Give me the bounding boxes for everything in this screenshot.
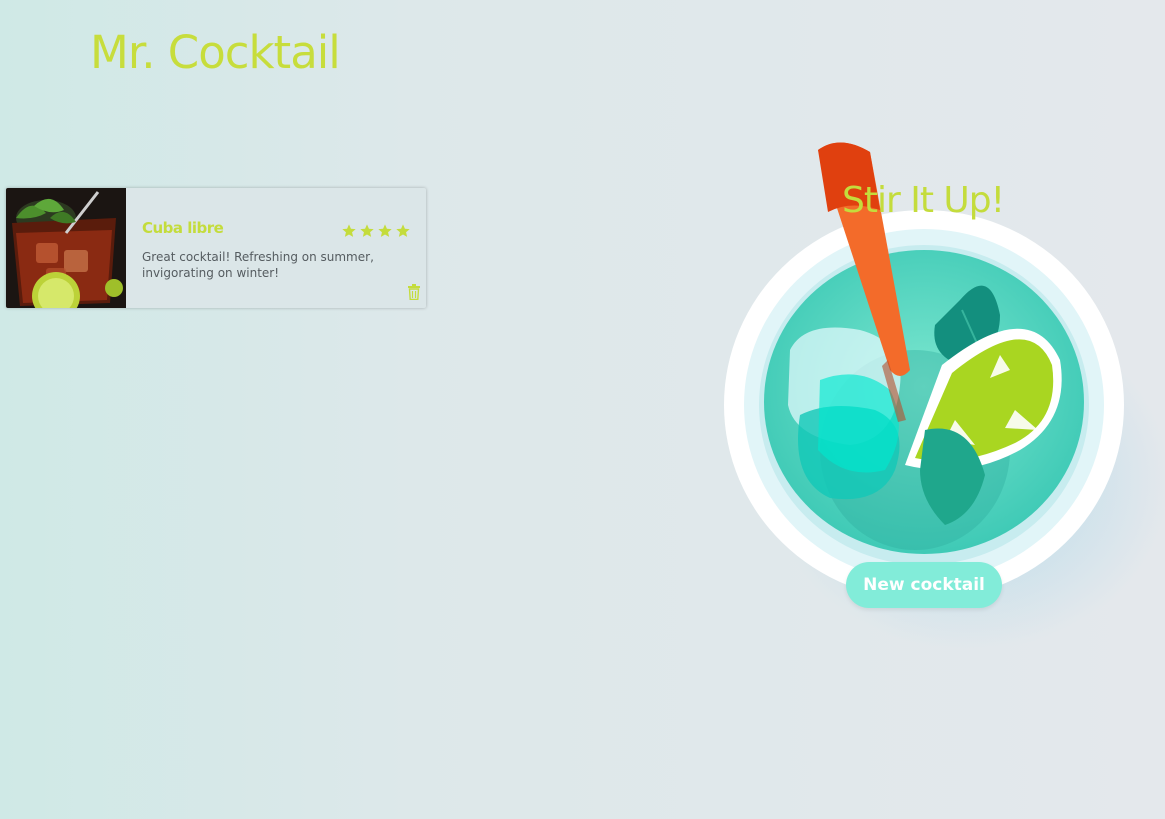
- star-icon: [396, 224, 410, 237]
- hero-title: Stir It Up!: [842, 180, 1005, 221]
- rating-stars: [341, 223, 411, 239]
- star-icon: [342, 224, 356, 237]
- trash-icon[interactable]: [407, 284, 421, 300]
- cocktail-name[interactable]: Cuba libre: [142, 219, 224, 237]
- cocktail-card[interactable]: Cuba libre Great cocktail! Refreshing on…: [6, 188, 426, 308]
- cocktail-photo: [6, 188, 126, 308]
- star-icon: [360, 224, 374, 237]
- brand-logo[interactable]: Mr. Cocktail: [90, 26, 341, 79]
- new-cocktail-button[interactable]: New cocktail: [846, 562, 1002, 608]
- star-icon: [378, 224, 392, 237]
- cocktail-description: Great cocktail! Refreshing on summer, in…: [142, 250, 374, 280]
